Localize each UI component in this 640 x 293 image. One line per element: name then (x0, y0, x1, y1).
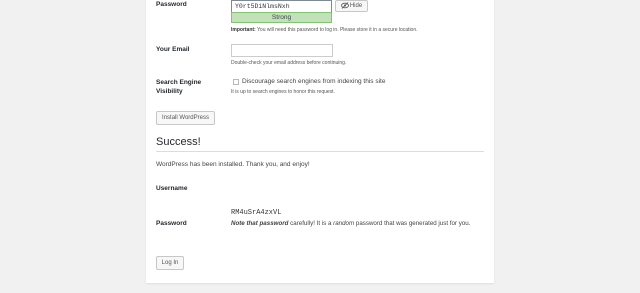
email-label: Your Email (156, 46, 190, 53)
email-field[interactable] (231, 44, 333, 57)
visibility-hint: It is up to search engines to honor this… (231, 89, 335, 95)
hide-password-button[interactable]: Hide (335, 0, 368, 12)
password-strength-indicator: Strong (231, 12, 332, 23)
discourage-search-checkbox[interactable] (233, 79, 239, 85)
visibility-label-line1: Search Engine (156, 79, 202, 86)
eye-slash-icon (340, 2, 349, 9)
password-input[interactable]: Y0rt5DiNlmsNxh (231, 0, 332, 12)
password-hint: Important: You will need this password t… (231, 27, 418, 34)
password-note-part2: password that was generated just for you… (355, 220, 471, 227)
visibility-label-line2: Visibility (156, 88, 183, 95)
password-hint-important: Important: (231, 27, 256, 33)
password-note: Note that password carefully! It is a ra… (231, 219, 493, 228)
email-hint: Double-check your email address before c… (231, 60, 347, 66)
password-note-random: random (333, 220, 355, 227)
install-wordpress-button[interactable]: Install WordPress (156, 111, 215, 125)
hide-button-label: Hide (349, 3, 363, 9)
password-label: Password (156, 1, 187, 8)
password-hint-text: You will need this password to log in. P… (257, 27, 418, 33)
section-divider (156, 151, 484, 152)
username-value: RM4uSrA4zxVL (231, 209, 282, 217)
password-note-emphasis: Note that password (231, 220, 289, 227)
success-title: Success! (156, 136, 201, 148)
log-in-button[interactable]: Log In (156, 256, 184, 270)
success-password-label: Password (156, 220, 187, 227)
discourage-search-label[interactable]: Discourage search engines from indexing … (242, 78, 385, 86)
password-note-part1: carefully! It is a (290, 220, 332, 227)
username-label: Username (156, 185, 188, 192)
success-message: WordPress has been installed. Thank you,… (156, 161, 310, 168)
